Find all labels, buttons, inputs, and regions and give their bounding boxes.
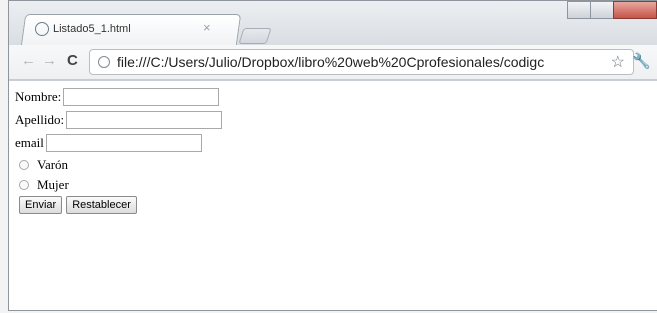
close-tab-icon[interactable]: × (203, 20, 211, 35)
close-window-button[interactable] (613, 1, 657, 19)
window-controls (567, 1, 657, 21)
radio-varon[interactable] (19, 160, 29, 170)
maximize-button[interactable] (590, 1, 614, 19)
reset-button[interactable]: Restablecer (66, 196, 137, 214)
form-buttons: Enviar Restablecer (19, 196, 141, 214)
apellido-label: Apellido: (15, 112, 65, 127)
nombre-label: Nombre: (15, 89, 62, 104)
reload-icon[interactable]: C (67, 53, 78, 69)
radio-varon-label: Varón (37, 157, 69, 172)
back-arrow-icon[interactable]: ← (21, 53, 36, 69)
apellido-row: Apellido: (15, 111, 223, 129)
url-text[interactable]: file:///C:/Users/Julio/Dropbox/libro%20w… (117, 54, 544, 70)
page-content: Nombre: Apellido: email Varón Mujer Envi… (9, 80, 657, 310)
tab-listado[interactable]: Listado5_1.html × (29, 14, 237, 46)
address-bar[interactable]: file:///C:/Users/Julio/Dropbox/libro%20w… (89, 49, 634, 75)
radio-mujer-row[interactable]: Mujer (19, 177, 69, 193)
minimize-button[interactable] (567, 1, 591, 19)
nombre-row: Nombre: (15, 88, 220, 106)
new-tab-button[interactable] (238, 28, 272, 44)
nombre-input[interactable] (63, 88, 220, 106)
email-input[interactable] (45, 134, 202, 152)
radio-mujer-label: Mujer (37, 177, 69, 192)
radio-varon-row[interactable]: Varón (19, 157, 68, 173)
tab-title: Listado5_1.html (53, 23, 131, 35)
page-icon (98, 56, 110, 68)
radio-mujer[interactable] (19, 180, 29, 190)
wrench-icon[interactable]: 🔧 (632, 52, 651, 70)
email-label: email (15, 135, 44, 150)
title-bar: Listado5_1.html × (9, 1, 657, 47)
forward-arrow-icon[interactable]: → (42, 53, 57, 69)
submit-button[interactable]: Enviar (19, 196, 63, 214)
browser-window: Listado5_1.html × ← → C file:///C:/Users… (8, 0, 657, 311)
email-row: email (15, 134, 202, 152)
page-icon (35, 22, 49, 36)
apellido-input[interactable] (66, 111, 223, 129)
bookmark-star-icon[interactable]: ☆ (611, 52, 625, 72)
browser-toolbar: ← → C file:///C:/Users/Julio/Dropbox/lib… (9, 45, 657, 80)
